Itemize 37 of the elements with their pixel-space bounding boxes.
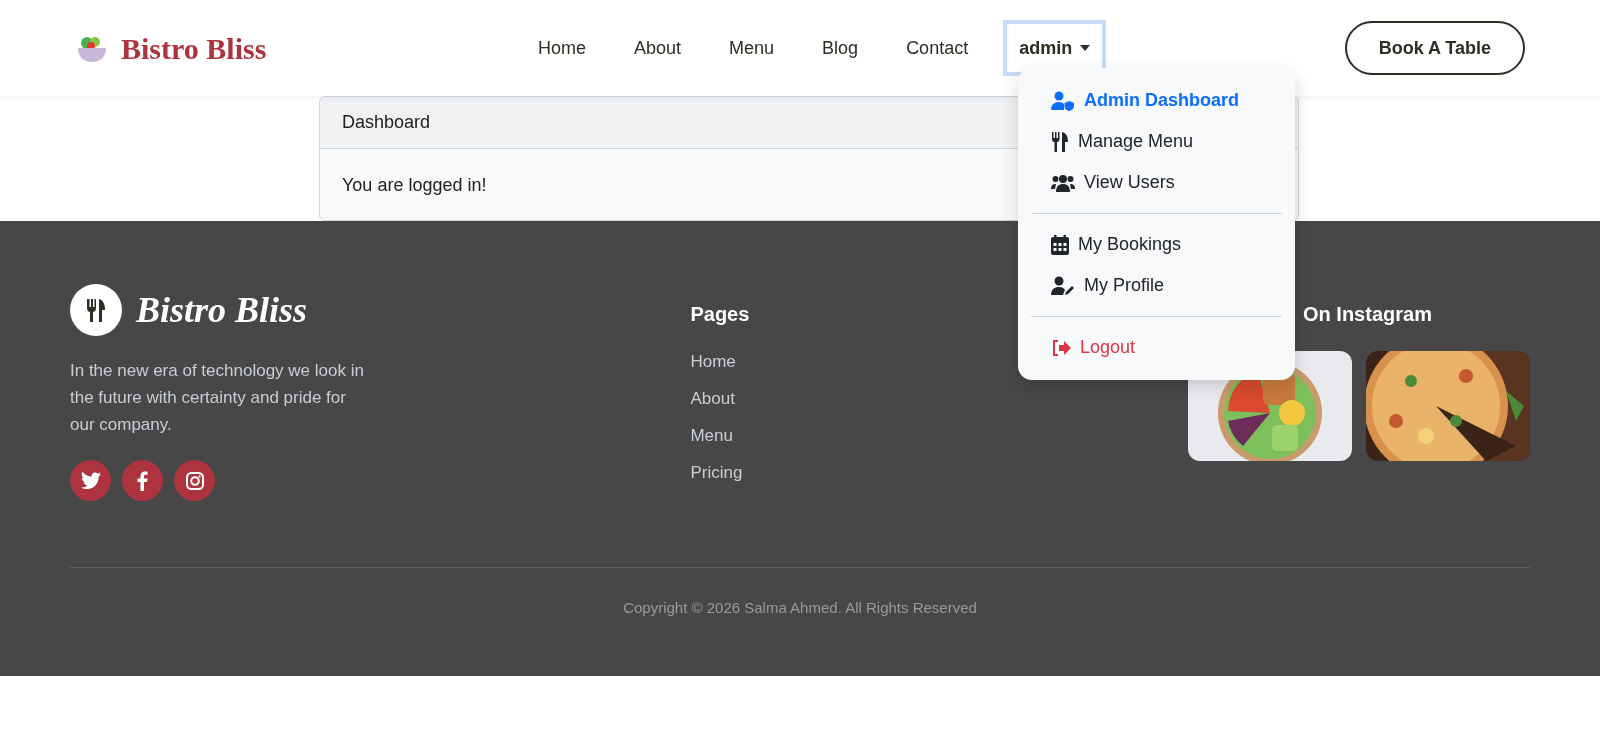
instagram-heading: On Instagram: [1303, 302, 1432, 327]
social-link[interactable]: [122, 460, 163, 501]
dropdown-item[interactable]: Admin Dashboard: [1018, 80, 1295, 121]
fork-knife-icon: [70, 284, 122, 336]
pages-heading: Pages: [690, 302, 750, 327]
instagram-icon: [185, 471, 204, 490]
copyright-text: Copyright © 2026 Salma Ahmed. All Rights Reserved: [623, 599, 977, 616]
nav-link[interactable]: Home: [515, 26, 609, 70]
fork-knife-icon: [1051, 131, 1069, 152]
nav-link[interactable]: Menu: [706, 26, 798, 70]
nav-link[interactable]: About: [611, 26, 705, 70]
card-text: You are logged in!: [342, 175, 487, 195]
facebook-icon: [137, 470, 148, 491]
footer-link[interactable]: Menu: [690, 423, 1188, 448]
user-pen-icon: [1051, 275, 1075, 296]
footer-link[interactable]: Pricing: [690, 460, 1188, 485]
caret-icon: [1080, 45, 1091, 51]
footer-description: In the new era of technology we look in the future with certainty and pride for our company.: [70, 360, 365, 436]
logout-icon: [1051, 338, 1071, 357]
calendar-icon: [1051, 234, 1069, 255]
dropdown-item[interactable]: My Bookings: [1018, 224, 1295, 265]
footer-link[interactable]: About: [690, 386, 1188, 411]
nav-link[interactable]: Contact: [883, 26, 992, 70]
card-title: Dashboard: [342, 111, 431, 134]
twitter-icon: [80, 472, 101, 489]
footer-logo: Bistro Bliss: [136, 289, 308, 332]
dropdown-item[interactable]: View Users: [1018, 162, 1295, 203]
dropdown-item[interactable]: Manage Menu: [1018, 121, 1295, 162]
nav-link[interactable]: Blog: [799, 26, 882, 70]
dropdown-item[interactable]: Logout: [1018, 327, 1295, 368]
social-link[interactable]: [70, 460, 111, 501]
brand-logo[interactable]: Bistro Bliss: [121, 25, 267, 71]
user-shield-icon: [1051, 90, 1075, 111]
book-table-button[interactable]: Book A Table: [1344, 21, 1525, 75]
social-link[interactable]: [174, 460, 215, 501]
users-icon: [1051, 173, 1075, 192]
dropdown-item[interactable]: My Profile: [1018, 265, 1295, 306]
